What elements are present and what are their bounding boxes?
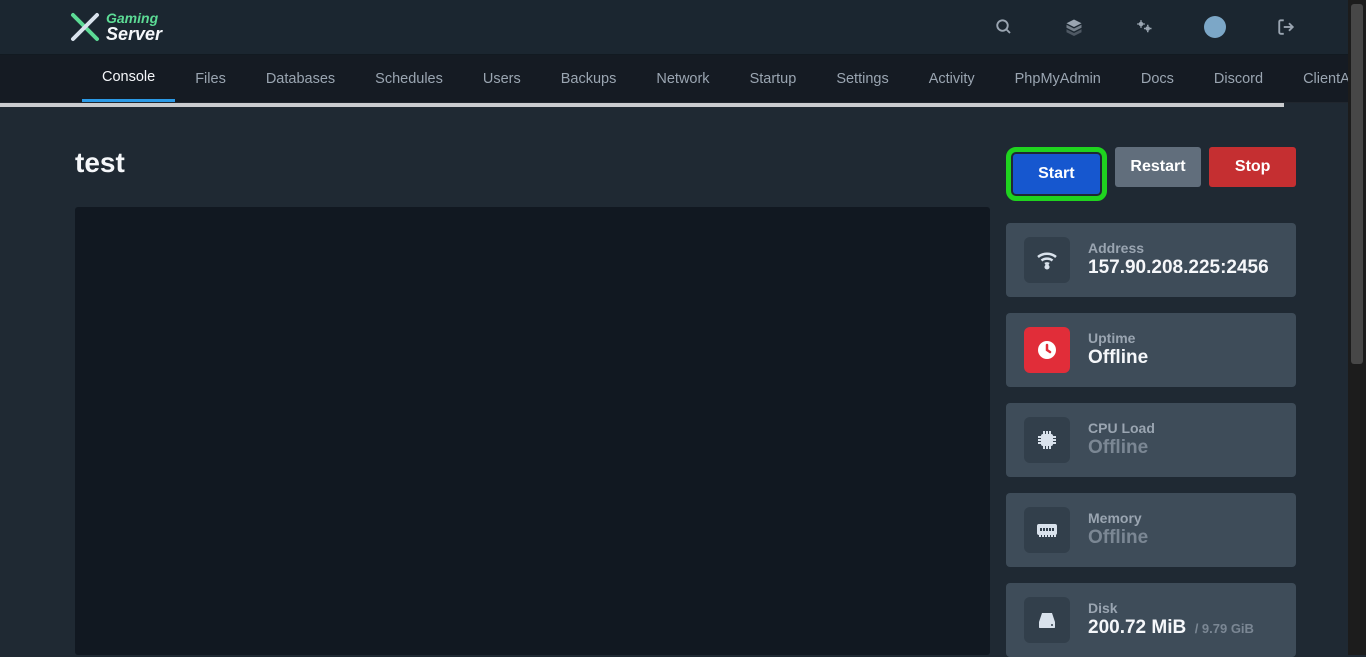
tab-discord[interactable]: Discord (1194, 55, 1283, 102)
tab-users[interactable]: Users (463, 55, 541, 102)
scrollbar-thumb[interactable] (1351, 4, 1363, 364)
main-content: test Start Restart Stop Address 157.90.2… (0, 107, 1366, 655)
nav-tabs: Console Files Databases Schedules Users … (0, 55, 1366, 103)
uptime-label: Uptime (1088, 330, 1148, 346)
tab-settings[interactable]: Settings (816, 55, 908, 102)
right-column: Start Restart Stop Address 157.90.208.22… (1006, 147, 1296, 655)
disk-value: 200.72 MiB (1088, 617, 1186, 638)
tab-activity[interactable]: Activity (909, 55, 995, 102)
top-icon-row (994, 16, 1296, 38)
tab-files[interactable]: Files (175, 55, 246, 102)
start-button-highlight: Start (1006, 147, 1107, 201)
tab-startup[interactable]: Startup (730, 55, 817, 102)
logo-line2: Server (106, 25, 162, 43)
stat-card-cpu: CPU Load Offline (1006, 403, 1296, 477)
stat-card-memory: Memory Offline (1006, 493, 1296, 567)
clock-icon (1024, 327, 1070, 373)
browser-scrollbar[interactable] (1348, 0, 1366, 655)
user-avatar[interactable] (1204, 16, 1226, 38)
cpu-value: Offline (1088, 436, 1155, 461)
console-output[interactable] (75, 207, 990, 655)
tab-network[interactable]: Network (636, 55, 729, 102)
disk-icon (1024, 597, 1070, 643)
address-value: 157.90.208.225:2456 (1088, 256, 1269, 281)
tab-phpmyadmin[interactable]: PhpMyAdmin (995, 55, 1121, 102)
stat-card-address: Address 157.90.208.225:2456 (1006, 223, 1296, 297)
logo-line1: Gaming (106, 11, 162, 25)
tab-docs[interactable]: Docs (1121, 55, 1194, 102)
logo-text: Gaming Server (106, 11, 162, 43)
power-button-row: Start Restart Stop (1006, 147, 1296, 201)
left-column: test (75, 147, 990, 655)
disk-label: Disk (1088, 600, 1254, 616)
memory-label: Memory (1088, 510, 1148, 526)
start-button[interactable]: Start (1013, 154, 1100, 194)
wifi-icon (1024, 237, 1070, 283)
memory-value: Offline (1088, 526, 1148, 551)
cpu-label: CPU Load (1088, 420, 1155, 436)
stop-button[interactable]: Stop (1209, 147, 1296, 187)
stat-card-uptime: Uptime Offline (1006, 313, 1296, 387)
admin-cogs-icon[interactable] (1134, 17, 1154, 37)
search-icon[interactable] (994, 17, 1014, 37)
tab-schedules[interactable]: Schedules (355, 55, 463, 102)
tab-console[interactable]: Console (82, 55, 175, 102)
cpu-icon (1024, 417, 1070, 463)
tab-databases[interactable]: Databases (246, 55, 355, 102)
memory-icon (1024, 507, 1070, 553)
logo-mark-icon (70, 12, 100, 42)
address-label: Address (1088, 240, 1269, 256)
restart-button[interactable]: Restart (1115, 147, 1202, 187)
disk-sub: / 9.79 GiB (1195, 621, 1254, 636)
server-name-heading: test (75, 147, 990, 179)
layers-icon[interactable] (1064, 17, 1084, 37)
logout-icon[interactable] (1276, 17, 1296, 37)
tab-backups[interactable]: Backups (541, 55, 637, 102)
stat-card-disk: Disk 200.72 MiB / 9.79 GiB (1006, 583, 1296, 657)
uptime-value: Offline (1088, 346, 1148, 371)
top-header: Gaming Server (0, 0, 1366, 55)
brand-logo[interactable]: Gaming Server (70, 11, 162, 43)
